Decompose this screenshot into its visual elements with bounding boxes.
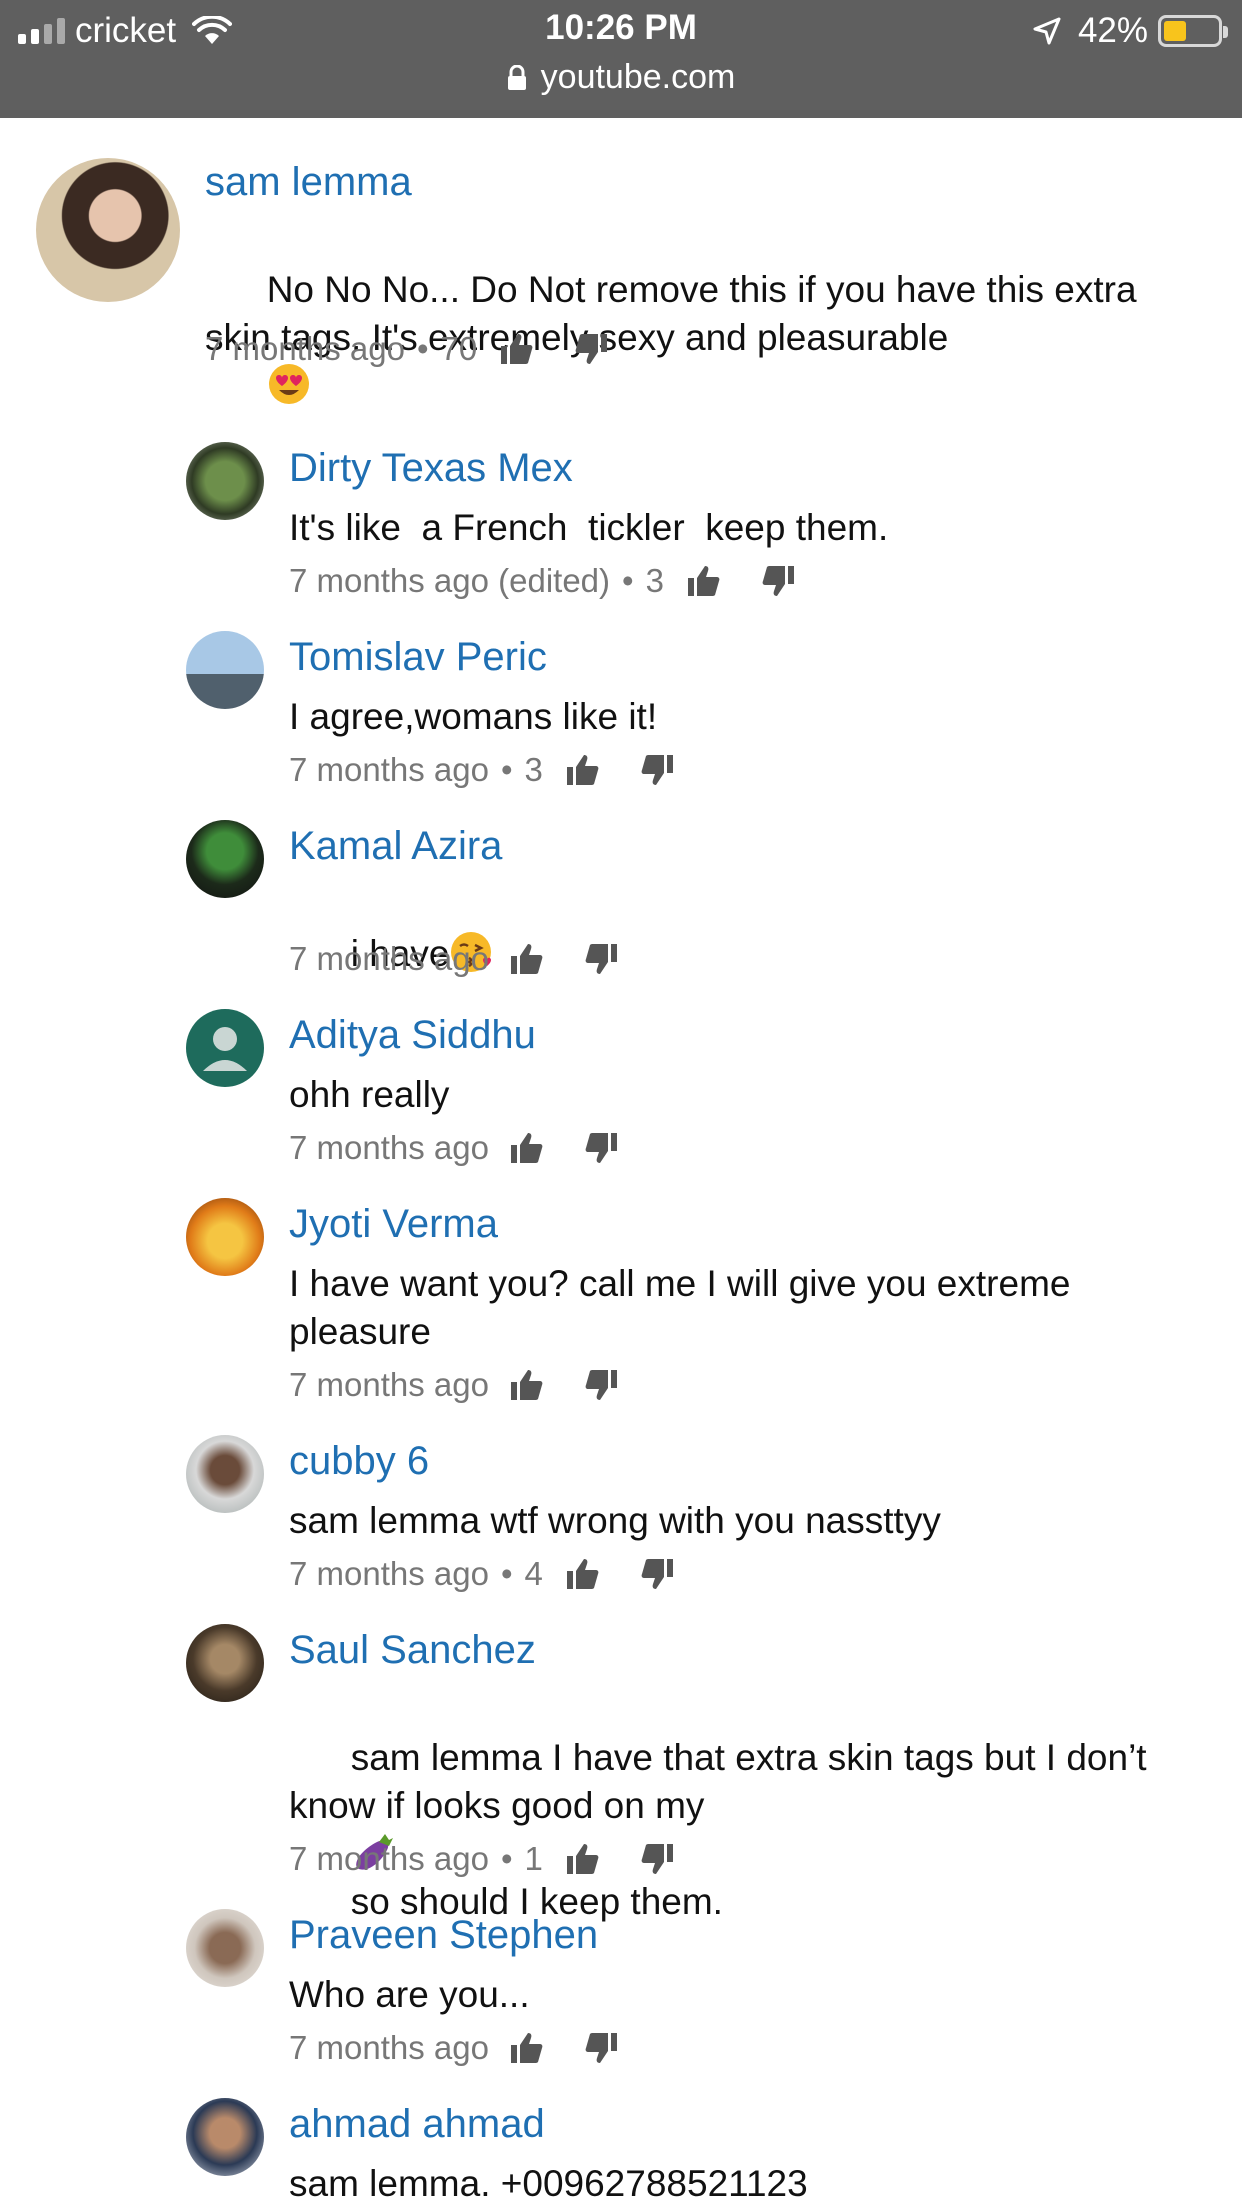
thumbs-down-icon[interactable] (583, 1368, 619, 1402)
comment-text: Who are you... (289, 1974, 530, 2015)
avatar[interactable] (186, 631, 264, 709)
battery-icon (1158, 15, 1228, 47)
comment-author[interactable]: Aditya Siddhu (289, 1013, 536, 1058)
avatar[interactable] (186, 1009, 264, 1087)
comment-author[interactable]: sam lemma (205, 160, 412, 205)
address-bar[interactable]: youtube.com (0, 58, 1242, 97)
comment-text: ohh really (289, 1074, 450, 1115)
thumbs-up-icon[interactable] (565, 753, 601, 787)
comment-time: 7 months ago (289, 1840, 489, 1877)
comment-time: 7 months ago (289, 1555, 489, 1592)
avatar[interactable] (186, 1624, 264, 1702)
thumbs-up-icon[interactable] (509, 2031, 545, 2065)
thumbs-down-icon[interactable] (583, 942, 619, 976)
comment-author[interactable]: Saul Sanchez (289, 1628, 536, 1673)
comment-time: 7 months ago (edited) (289, 562, 611, 599)
thumbs-down-icon[interactable] (583, 2031, 619, 2065)
location-arrow-icon (1033, 17, 1061, 45)
thumbs-down-icon[interactable] (639, 1557, 675, 1591)
comment-author[interactable]: Praveen Stephen (289, 1913, 598, 1958)
comment-text: I have want you? call me I will give you… (289, 1263, 1081, 1352)
comment-meta: 7 months ago (289, 1366, 619, 1404)
comment-author[interactable]: Tomislav Peric (289, 635, 547, 680)
status-bar: cricket 10:26 PM 42% youtube.com (0, 0, 1242, 118)
default-avatar-icon (203, 1027, 247, 1071)
comment-meta: 7 months ago • 4 (289, 1555, 675, 1593)
thumbs-up-icon[interactable] (565, 1557, 601, 1591)
url-text: youtube.com (540, 58, 736, 96)
like-count: 1 (524, 1840, 543, 1877)
comment-meta: 7 months ago • 3 (289, 751, 675, 789)
avatar[interactable] (186, 442, 264, 520)
thumbs-up-icon[interactable] (499, 332, 535, 366)
comment-time: 7 months ago (205, 330, 405, 367)
battery-percent: 42% (1077, 11, 1148, 50)
heart-eyes-emoji-icon (268, 364, 309, 404)
thumbs-up-icon[interactable] (509, 942, 545, 976)
comment-author[interactable]: Dirty Texas Mex (289, 446, 573, 491)
thumbs-down-icon[interactable] (639, 753, 675, 787)
comment-time: 7 months ago (289, 940, 489, 977)
comment-author[interactable]: cubby 6 (289, 1439, 429, 1484)
thumbs-down-icon[interactable] (583, 1131, 619, 1165)
thumbs-up-icon[interactable] (509, 1368, 545, 1402)
battery-level (1164, 21, 1186, 41)
comment-meta: 7 months ago (edited) • 3 (289, 562, 796, 600)
comment-meta: 7 months ago • 1 (289, 1840, 675, 1878)
comment-text-content: sam lemma I have that extra skin tags bu… (289, 1737, 1157, 1826)
avatar[interactable] (186, 2098, 264, 2176)
like-count: 70 (440, 330, 478, 367)
avatar[interactable] (186, 1435, 264, 1513)
comment-author[interactable]: Kamal Azira (289, 824, 502, 869)
thumbs-down-icon[interactable] (639, 1842, 675, 1876)
comment-time: 7 months ago (289, 751, 489, 788)
thumbs-up-icon[interactable] (686, 564, 722, 598)
like-count: 3 (645, 562, 664, 599)
status-right: 42% (1032, 10, 1228, 52)
avatar[interactable] (186, 1198, 264, 1276)
comment-text: sam lemma wtf wrong with you nassttyy (289, 1500, 941, 1541)
comment-text: sam lemma. +00962788521123 (289, 2163, 808, 2204)
thumbs-down-icon[interactable] (573, 332, 609, 366)
comment-meta: 7 months ago (289, 1129, 619, 1167)
comment-time: 7 months ago (289, 2029, 489, 2066)
comment-text: It's like a French tickler keep them. (289, 507, 889, 548)
comment-meta: 7 months ago (289, 940, 619, 978)
comment-meta: 7 months ago (289, 2029, 619, 2067)
comment-time: 7 months ago (289, 1366, 489, 1403)
like-count: 3 (524, 751, 543, 788)
avatar[interactable] (186, 820, 264, 898)
lock-icon (507, 64, 526, 90)
comment-author[interactable]: Jyoti Verma (289, 1202, 498, 1247)
comment-meta: 7 months ago • 70 (205, 330, 609, 368)
comment-author[interactable]: ahmad ahmad (289, 2102, 545, 2147)
comment-time: 7 months ago (289, 1129, 489, 1166)
thumbs-down-icon[interactable] (760, 564, 796, 598)
comment-text: I agree,womans like it! (289, 696, 658, 737)
avatar[interactable] (36, 158, 180, 302)
like-count: 4 (524, 1555, 543, 1592)
thumbs-up-icon[interactable] (509, 1131, 545, 1165)
avatar[interactable] (186, 1909, 264, 1987)
thumbs-up-icon[interactable] (565, 1842, 601, 1876)
